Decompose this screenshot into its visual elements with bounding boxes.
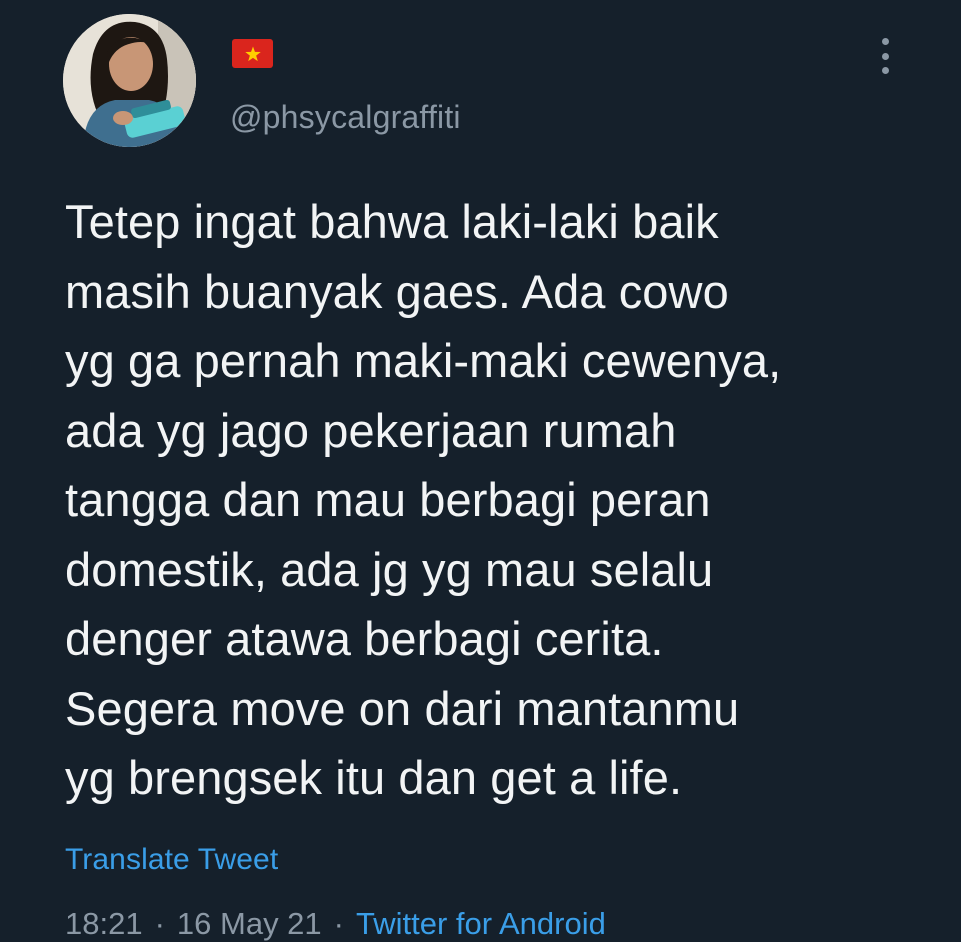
separator: · [333,906,344,941]
tweet-date[interactable]: 16 May 21 [177,906,322,941]
tweet-text-line: denger atawa berbagi cerita. [65,612,664,665]
tweet-text-line: Tetep ingat bahwa laki-laki baik [65,195,719,248]
translate-tweet-link[interactable]: Translate Tweet [65,843,278,877]
tweet-card: @phsycalgraffiti Tetep ingat bahwa laki-… [0,0,961,941]
tweet-text-line: yg ga pernah maki-maki cewenya, [65,334,782,387]
tweet-text: Tetep ingat bahwa laki-laki baik masih b… [65,187,945,813]
vietnam-flag-icon [232,39,273,68]
tweet-metadata: 18:21 · 16 May 21 · Twitter for Android [65,906,606,942]
tweet-text-line: Segera move on dari mantanmu [65,681,740,735]
menu-dot [881,52,889,60]
tweet-text-line: tangga dan mau berbagi peran [65,473,711,526]
menu-dot [881,38,889,45]
tweet-text-line: ada yg jago pekerjaan rumah [65,403,677,457]
separator: · [154,906,165,941]
tweet-source-link[interactable]: Twitter for Android [356,906,606,941]
menu-dot [881,67,889,74]
tweet-text-line: domestik, ada jg yg mau selalu [65,542,714,596]
tweet-text-line: masih buanyak gaes. Ada cowo [65,264,729,318]
user-handle[interactable]: @phsycalgraffiti [230,99,461,136]
more-vertical-icon[interactable] [870,36,900,76]
tweet-text-line: yg brengsek itu dan get a life. [65,751,683,804]
avatar[interactable] [63,14,196,147]
tweet-time[interactable]: 18:21 [65,906,143,941]
